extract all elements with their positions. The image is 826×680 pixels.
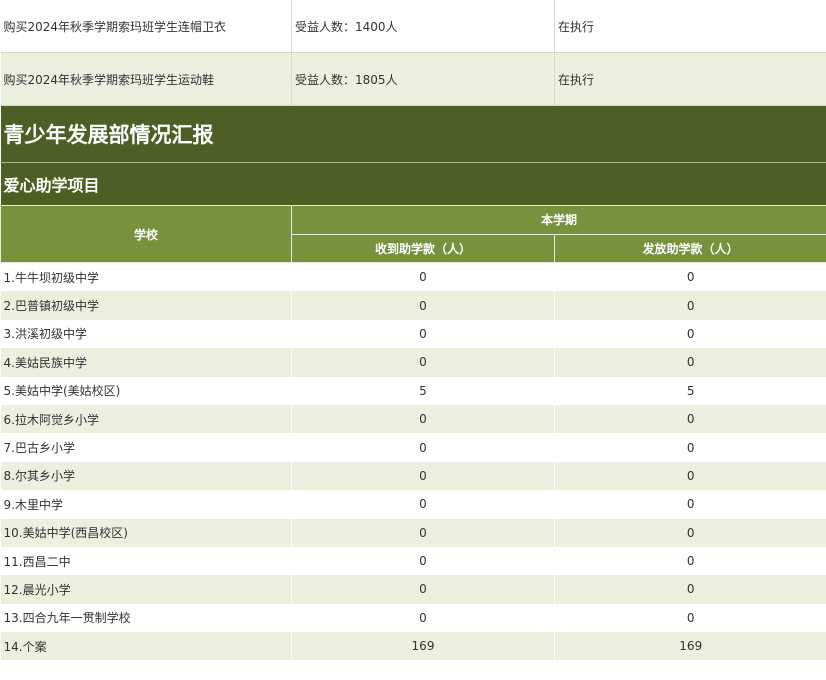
project-beneficiaries: 受益人数：1805人 (291, 52, 555, 106)
section-title: 爱心助学项目 (0, 162, 826, 206)
distributed-count-cell: 0 (554, 490, 826, 519)
received-count-cell: 0 (291, 262, 555, 292)
distributed-count-cell: 0 (554, 546, 826, 576)
table-row: 14.个案 169 169 (0, 632, 826, 661)
distributed-count-cell: 0 (554, 518, 826, 547)
school-name-cell: 12.晨光小学 (0, 575, 292, 604)
table-row: 5.美姑中学(美姑校区) 5 5 (0, 376, 826, 405)
table-row: 11.西昌二中 0 0 (0, 546, 826, 576)
project-name: 购买2024年秋季学期索玛班学生连帽卫衣 (0, 0, 292, 53)
school-column-header: 学校 (0, 205, 292, 263)
table-row: 4.美姑民族中学 0 0 (0, 348, 826, 377)
distributed-count-cell: 0 (554, 404, 826, 434)
department-title: 青少年发展部情况汇报 (0, 105, 826, 163)
school-name-cell: 2.巴普镇初级中学 (0, 291, 292, 320)
table-row: 13.四合九年一贯制学校 0 0 (0, 603, 826, 633)
header-row: 学校 本学期 (0, 205, 826, 263)
school-name-cell: 4.美姑民族中学 (0, 348, 292, 377)
section-title-row: 爱心助学项目 (0, 162, 826, 206)
school-name-cell: 10.美姑中学(西昌校区) (0, 518, 292, 547)
received-count-cell: 0 (291, 461, 555, 491)
distributed-count-cell: 0 (554, 461, 826, 491)
table-row: 2.巴普镇初级中学 0 0 (0, 291, 826, 320)
report-table: 购买2024年秋季学期索玛班学生连帽卫衣 受益人数：1400人 在执行 购买20… (0, 0, 826, 661)
received-count-cell: 0 (291, 319, 555, 349)
received-count-cell: 0 (291, 575, 555, 604)
received-count-cell: 5 (291, 376, 555, 405)
project-beneficiaries: 受益人数：1400人 (291, 0, 555, 53)
school-name-cell: 3.洪溪初级中学 (0, 319, 292, 349)
school-name-cell: 14.个案 (0, 632, 292, 661)
project-status: 在执行 (554, 0, 826, 53)
project-row: 购买2024年秋季学期索玛班学生连帽卫衣 受益人数：1400人 在执行 (0, 0, 826, 53)
distributed-count-cell: 0 (554, 291, 826, 320)
distributed-count-cell: 0 (554, 433, 826, 462)
school-name-cell: 8.尔其乡小学 (0, 461, 292, 491)
received-count-cell: 0 (291, 433, 555, 462)
school-name-cell: 9.木里中学 (0, 490, 292, 519)
distributed-count-cell: 0 (554, 319, 826, 349)
distributed-count-cell: 0 (554, 575, 826, 604)
distributed-count-cell: 5 (554, 376, 826, 405)
received-count-cell: 0 (291, 404, 555, 434)
school-name-cell: 7.巴古乡小学 (0, 433, 292, 462)
table-row: 3.洪溪初级中学 0 0 (0, 319, 826, 349)
table-row: 1.牛牛坝初级中学 0 0 (0, 262, 826, 292)
school-name-cell: 5.美姑中学(美姑校区) (0, 376, 292, 405)
table-row: 6.拉木阿觉乡小学 0 0 (0, 404, 826, 434)
school-name-cell: 11.西昌二中 (0, 546, 292, 576)
distributed-count-cell: 0 (554, 262, 826, 292)
received-count-cell: 169 (291, 632, 555, 661)
table-row: 10.美姑中学(西昌校区) 0 0 (0, 518, 826, 547)
department-title-row: 青少年发展部情况汇报 (0, 105, 826, 163)
table-row: 9.木里中学 0 0 (0, 490, 826, 519)
distributed-count-cell: 169 (554, 632, 826, 661)
school-name-cell: 1.牛牛坝初级中学 (0, 262, 292, 292)
received-count-cell: 0 (291, 546, 555, 576)
received-count-cell: 0 (291, 490, 555, 519)
distributed-count-cell: 0 (554, 603, 826, 633)
project-row: 购买2024年秋季学期索玛班学生运动鞋 受益人数：1805人 在执行 (0, 52, 826, 106)
received-column-header: 收到助学款（人） (291, 233, 555, 263)
period-column-header: 本学期 (291, 205, 826, 235)
table-row: 7.巴古乡小学 0 0 (0, 433, 826, 462)
project-status: 在执行 (554, 52, 826, 106)
received-count-cell: 0 (291, 291, 555, 320)
distributed-count-cell: 0 (554, 348, 826, 377)
table-row: 12.晨光小学 0 0 (0, 575, 826, 604)
received-count-cell: 0 (291, 603, 555, 633)
school-name-cell: 6.拉木阿觉乡小学 (0, 404, 292, 434)
school-name-cell: 13.四合九年一贯制学校 (0, 603, 292, 633)
table-row: 8.尔其乡小学 0 0 (0, 461, 826, 491)
received-count-cell: 0 (291, 518, 555, 547)
received-count-cell: 0 (291, 348, 555, 377)
project-name: 购买2024年秋季学期索玛班学生运动鞋 (0, 52, 292, 106)
table-body: 1.牛牛坝初级中学 0 0 2.巴普镇初级中学 0 0 3.洪溪初级中学 0 0 4.美姑民族中学… (0, 262, 826, 661)
distributed-column-header: 发放助学款（人） (554, 233, 826, 263)
